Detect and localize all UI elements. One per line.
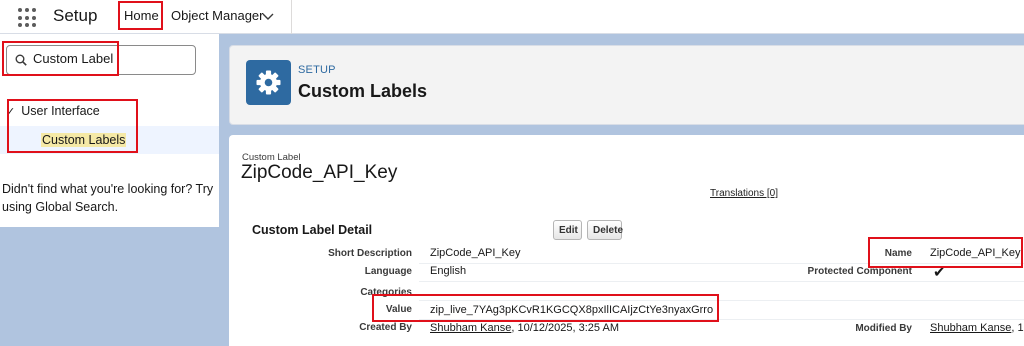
created-by-user-link[interactable]: Shubham Kanse	[430, 322, 511, 334]
tree-item-label: User Interface	[21, 104, 100, 118]
short-description-value: ZipCode_API_Key	[430, 247, 521, 259]
chevron-down-icon[interactable]	[262, 6, 274, 26]
translations-link[interactable]: Translations [0]	[710, 188, 778, 199]
categories-label: Categories	[360, 287, 412, 298]
tree-item-label: Custom Labels	[41, 133, 127, 147]
expanded-chevron-icon: ✓	[6, 106, 16, 118]
delete-button[interactable]: Delete	[587, 220, 623, 240]
short-description-label: Short Description	[328, 248, 412, 259]
page-title: Custom Labels	[298, 81, 428, 101]
tree-item-user-interface[interactable]: ✓ User Interface	[6, 104, 100, 118]
value-label: Value	[385, 304, 412, 315]
name-label: Name	[884, 248, 912, 259]
record-name: ZipCode_API_Key	[241, 162, 398, 183]
row-divider	[419, 281, 1024, 282]
modified-by-value: Shubham Kanse, 10	[930, 322, 1024, 334]
edit-button[interactable]: Edit	[553, 220, 582, 240]
custom-label-detail-card: Custom Label ZipCode_API_Key Translation…	[229, 135, 1024, 346]
breadcrumb: SETUP	[298, 64, 336, 76]
modified-by-date: , 10	[1011, 322, 1024, 334]
protected-component-label: Protected Component	[807, 266, 912, 277]
tab-home[interactable]: Home	[121, 6, 162, 25]
created-by-value: Shubham Kanse, 10/12/2025, 3:25 AM	[430, 322, 619, 334]
tree-item-custom-labels[interactable]: Custom Labels	[0, 126, 219, 154]
setup-sidebar: ✓ User Interface Custom Labels Didn't fin…	[0, 34, 219, 227]
search-icon	[15, 54, 27, 66]
modified-by-label: Modified By	[855, 323, 912, 334]
created-by-label: Created By	[359, 322, 412, 333]
row-divider	[419, 319, 1024, 320]
modified-by-user-link[interactable]: Shubham Kanse	[930, 322, 1011, 334]
page-header: SETUP Custom Labels	[229, 45, 1024, 125]
setup-tile	[246, 60, 291, 105]
quick-find-input[interactable]	[33, 51, 183, 66]
app-name: Setup	[53, 6, 98, 25]
name-value: ZipCode_API_Key	[930, 247, 1021, 259]
global-search-hint: Didn't find what you're looking for? Try…	[2, 182, 214, 214]
global-header: Setup Home Object Manager	[0, 0, 1024, 34]
tab-object-manager[interactable]: Object Manager	[171, 8, 264, 23]
checkmark-icon: ✔	[933, 264, 946, 281]
nav-divider	[291, 0, 292, 34]
quick-find-box[interactable]	[6, 45, 196, 75]
waffle-icon[interactable]	[18, 8, 38, 28]
section-title: Custom Label Detail	[252, 223, 373, 237]
value-value: zip_live_7YAg3pKCvR1KGCQX8pxIlICAIjzCtYe…	[430, 304, 714, 316]
language-value: English	[430, 265, 467, 277]
gear-icon	[256, 70, 281, 95]
row-divider	[419, 300, 1024, 301]
language-label: Language	[364, 266, 412, 277]
created-by-date: , 10/12/2025, 3:25 AM	[511, 322, 619, 334]
